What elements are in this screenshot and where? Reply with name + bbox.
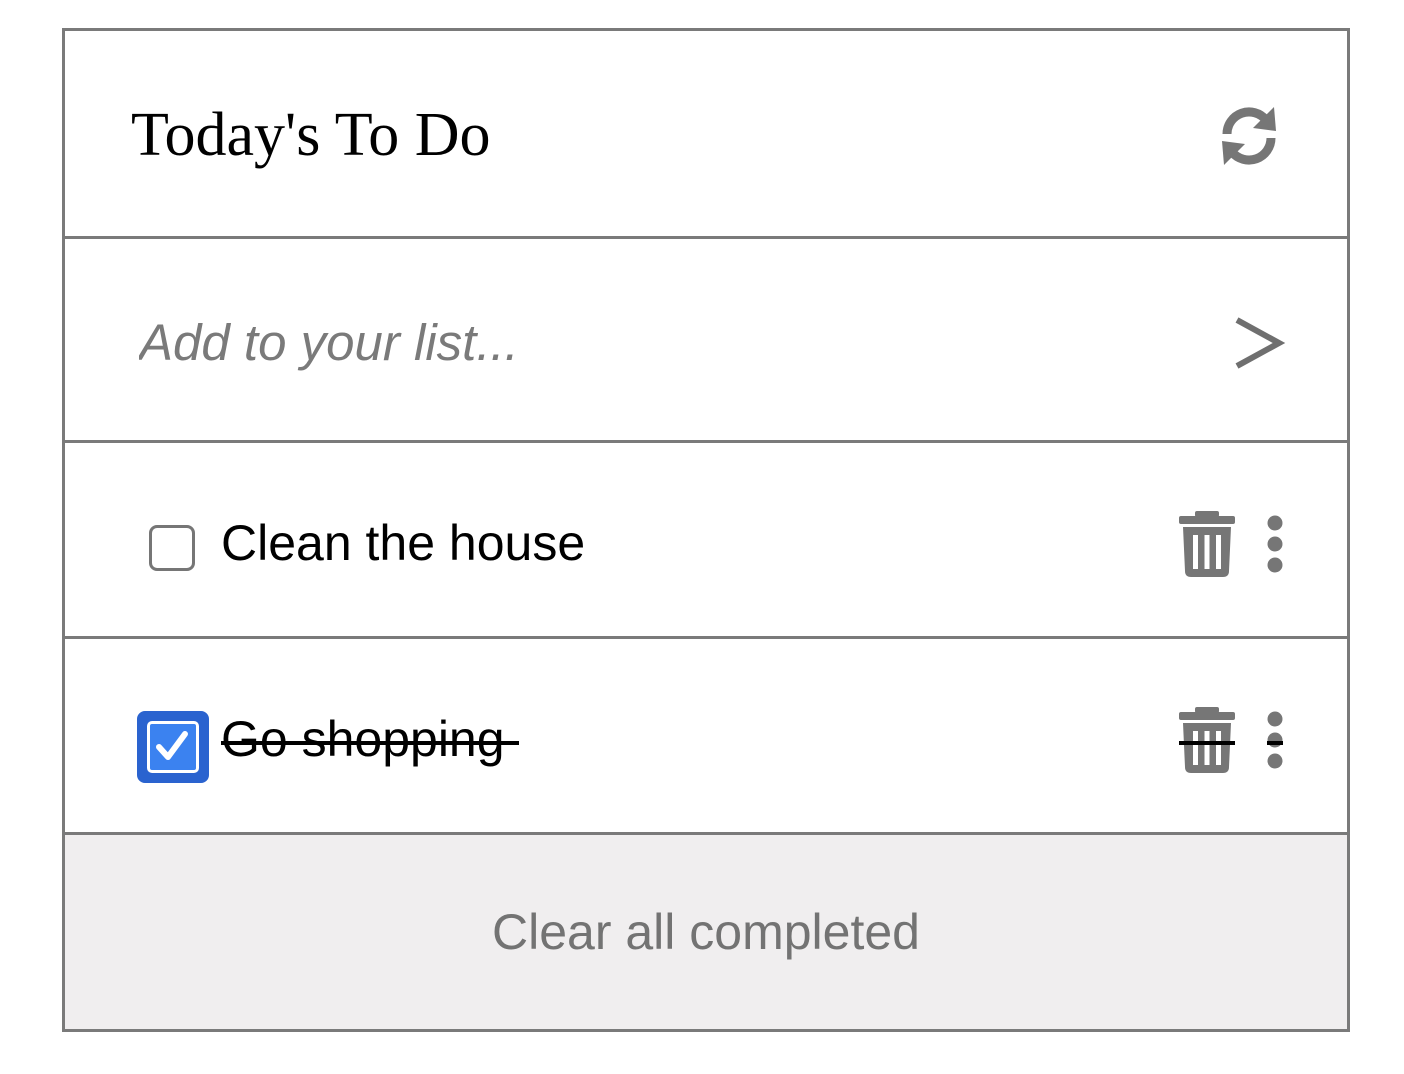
checkmark-icon (156, 731, 188, 760)
add-item-input[interactable] (135, 297, 1143, 387)
add-item-row (65, 239, 1347, 443)
refresh-icon[interactable] (1217, 105, 1281, 167)
clear-completed-button[interactable]: Clear all completed (65, 835, 1347, 1029)
checkbox-fill (147, 721, 199, 773)
trash-icon[interactable] (1179, 511, 1235, 577)
item-label: Go shopping (221, 711, 505, 767)
more-options-icon[interactable] (1263, 515, 1287, 573)
trash-icon[interactable] (1179, 707, 1235, 773)
todo-card: Today's To Do Clean the house (62, 28, 1350, 1032)
item-checkbox-checked[interactable] (137, 711, 209, 783)
strikethrough-line (221, 741, 519, 745)
more-options-icon[interactable] (1263, 711, 1287, 769)
todo-footer: Clear all completed (65, 835, 1347, 1029)
page-title: Today's To Do (131, 101, 491, 169)
todo-header: Today's To Do (65, 31, 1347, 239)
item-checkbox[interactable] (149, 525, 195, 571)
kebab-strikethrough-line (1267, 741, 1283, 745)
submit-arrow-icon[interactable] (1231, 314, 1287, 374)
list-item: Go shopping (65, 639, 1347, 835)
item-label: Clean the house (221, 515, 586, 571)
list-item: Clean the house (65, 443, 1347, 639)
trash-strikethrough-line (1179, 741, 1235, 745)
